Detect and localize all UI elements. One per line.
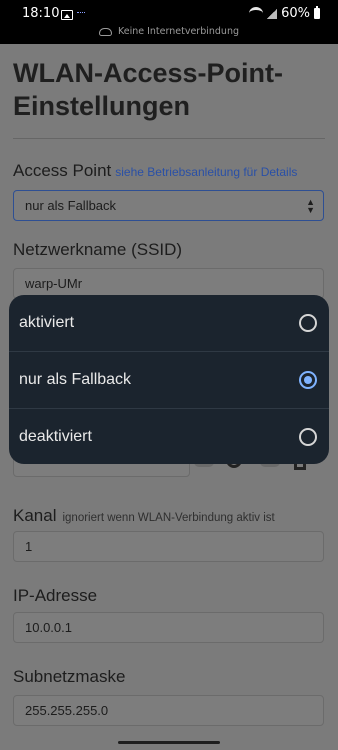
access-point-dropdown-menu: aktiviert nur als Fallback deaktiviert	[9, 295, 329, 464]
select-caret-icon: ▲ ▼	[306, 197, 315, 215]
radio-unchecked-icon[interactable]	[299, 314, 317, 332]
access-point-selected-value: nur als Fallback	[25, 198, 117, 213]
option-label: aktiviert	[19, 314, 75, 331]
kanal-input[interactable]: 1	[13, 531, 324, 562]
cloud-off-icon	[98, 27, 112, 36]
signal-icon	[267, 8, 278, 19]
wifi-icon	[249, 7, 264, 20]
radio-unchecked-icon[interactable]	[299, 428, 317, 446]
access-point-label: Access Point	[13, 161, 112, 180]
subnet-label: Subnetzmaske	[13, 667, 126, 686]
network-notice-text: Keine Internetverbindung	[117, 26, 239, 37]
battery-icon	[314, 6, 320, 19]
kanal-label: Kanal	[13, 506, 57, 525]
manual-link[interactable]: siehe Betriebsanleitung für Details	[115, 165, 297, 179]
gallery-icon	[61, 10, 73, 20]
option-aktiviert[interactable]: aktiviert	[9, 295, 329, 351]
status-icons: 60%	[249, 6, 320, 21]
kanal-label-row: Kanal ignoriert wenn WLAN-Verbindung akti…	[13, 506, 275, 526]
ip-input[interactable]: 10.0.0.1	[13, 612, 324, 643]
option-label: nur als Fallback	[19, 371, 132, 388]
access-point-select[interactable]: nur als Fallback ▲ ▼	[13, 190, 324, 221]
subnet-input[interactable]: 255.255.255.0	[13, 695, 324, 726]
network-notice: Keine Internetverbindung	[0, 26, 338, 37]
ssid-label: Netzwerkname (SSID)	[13, 240, 183, 259]
battery-percent: 60%	[281, 6, 310, 21]
ip-label: IP-Adresse	[13, 586, 98, 605]
option-deaktiviert[interactable]: deaktiviert	[9, 408, 329, 464]
kanal-hint: ignoriert wenn WLAN-Verbindung aktiv ist	[62, 512, 275, 524]
status-bar: 18:10 60% Keine Internetverbindung	[0, 0, 338, 44]
radio-checked-icon[interactable]	[299, 371, 317, 389]
page-title: WLAN-Access-Point-Einstellungen	[13, 58, 284, 121]
option-label: deaktiviert	[19, 428, 92, 445]
divider	[13, 138, 325, 139]
access-point-label-row: Access Point siehe Betriebsanleitung für …	[13, 161, 297, 181]
option-nur-als-fallback[interactable]: nur als Fallback	[9, 351, 329, 408]
notification-dots-icon	[77, 12, 85, 15]
clock: 18:10	[22, 6, 60, 21]
navigation-handle[interactable]	[118, 741, 220, 744]
